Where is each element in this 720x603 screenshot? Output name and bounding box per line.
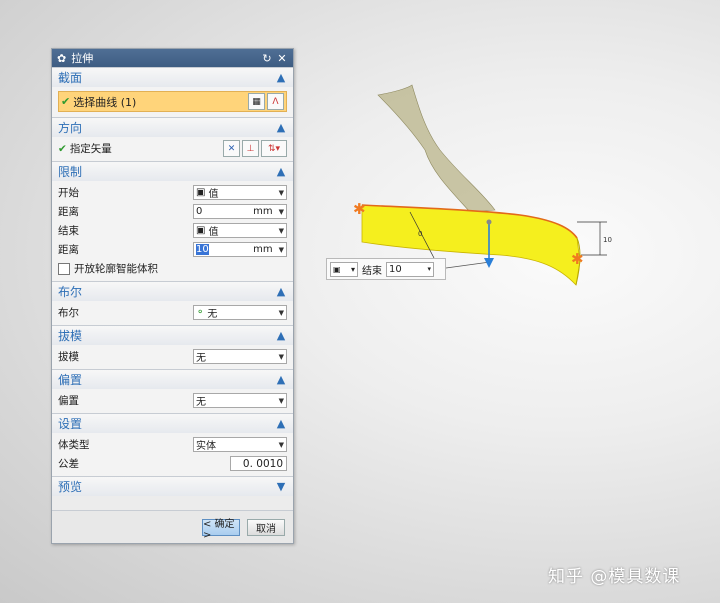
ok-button[interactable]: < 确定 > xyxy=(202,519,240,541)
section-body-offset: 偏置 无 ▼ xyxy=(52,389,293,413)
collapse-icon: ▲ xyxy=(276,417,286,430)
extrude-dialog: ✿ 拉伸 ↻ ✕ 截面 ▲ ✔ 选择曲线 (1) ▦ ᐱ 方向 ▲ ✔ 指定矢量… xyxy=(51,48,294,544)
direction-arrow-head[interactable] xyxy=(484,258,494,268)
close-icon[interactable]: ✕ xyxy=(276,52,288,65)
reverse-direction-icon[interactable]: ✕ xyxy=(223,140,240,157)
chevron-down-icon: ▼ xyxy=(278,440,284,449)
endpoint-marker-right: ✱ xyxy=(571,250,584,268)
offset-select[interactable]: 无 ▼ xyxy=(193,393,287,408)
boolean-select[interactable]: ⚬ 无 ▼ xyxy=(193,305,287,320)
extrude-preview-ghost xyxy=(377,84,496,213)
boolean-label: 布尔 xyxy=(58,307,79,319)
cube-icon: ▣ xyxy=(196,225,206,236)
section-body-boolean: 布尔 ⚬ 无 ▼ xyxy=(52,301,293,325)
chevron-down-icon: ▼ xyxy=(278,352,284,361)
chevron-down-icon: ▾ xyxy=(350,264,355,274)
section-body-draft: 拔模 无 ▼ xyxy=(52,345,293,369)
toolbar-leader-line xyxy=(445,261,491,269)
collapse-icon: ▲ xyxy=(276,285,286,298)
boolean-none-icon: ⚬ xyxy=(196,307,205,318)
expand-icon: ▼ xyxy=(276,480,286,493)
end-distance-label: 距离 xyxy=(58,244,79,256)
section-body-limits: 开始 ▣ 值 ▼ 距离 0 mm ▼ 结束 ▣ 值 ▼ 距离 10 mm ▼ 开… xyxy=(52,181,293,281)
collapse-icon: ▲ xyxy=(276,329,286,342)
start-distance-label: 距离 xyxy=(58,206,79,218)
vector-icon[interactable]: ⊥ xyxy=(242,140,259,157)
end-type-select[interactable]: ▣ 值 ▼ xyxy=(193,223,287,238)
tolerance-input[interactable]: 0. 0010 xyxy=(230,456,287,471)
offset-label: 偏置 xyxy=(58,395,79,407)
collapse-icon: ▲ xyxy=(276,373,286,386)
end-dimension-text: 10 xyxy=(603,236,612,244)
tolerance-label: 公差 xyxy=(58,458,79,470)
chevron-down-icon: ▼ xyxy=(278,396,284,405)
body-type-select[interactable]: 实体 ▼ xyxy=(193,437,287,452)
end-distance-value: 10 xyxy=(196,244,209,255)
select-curve-label: 选择曲线 (1) xyxy=(73,95,137,109)
chevron-down-icon: ▼ xyxy=(278,226,284,235)
dialog-footer: < 确定 > 取消 xyxy=(52,510,293,543)
chevron-down-icon: ▾ xyxy=(427,265,431,273)
section-body-settings: 体类型 实体 ▼ 公差 0. 0010 xyxy=(52,433,293,476)
sketch-section-icon[interactable]: ▦ xyxy=(248,93,265,110)
open-profile-label: 开放轮廓智能体积 xyxy=(74,263,158,275)
body-type-label: 体类型 xyxy=(58,439,90,451)
select-curve-row[interactable]: ✔ 选择曲线 (1) ▦ ᐱ xyxy=(58,91,287,112)
end-distance-input[interactable]: 10 mm ▼ xyxy=(193,242,287,257)
section-header-offset[interactable]: 偏置 ▲ xyxy=(52,369,293,389)
collapse-icon: ▲ xyxy=(276,165,286,178)
collapse-icon: ▲ xyxy=(276,121,286,134)
chevron-down-icon: ▼ xyxy=(278,308,284,317)
floating-end-label: 结束 xyxy=(362,265,382,277)
curve-select-icon[interactable]: ᐱ xyxy=(267,93,284,110)
floating-end-value[interactable]: 10 ▾ xyxy=(386,261,434,277)
chevron-down-icon: ▼ xyxy=(278,245,284,254)
section-header-boolean[interactable]: 布尔 ▲ xyxy=(52,281,293,301)
check-icon: ✔ xyxy=(61,95,71,108)
dialog-titlebar: ✿ 拉伸 ↻ ✕ xyxy=(52,49,293,67)
dialog-title: 拉伸 xyxy=(71,52,94,65)
floating-limit-toolbar: ▣ ▾ 结束 10 ▾ xyxy=(326,258,446,280)
chevron-down-icon: ▼ xyxy=(278,207,284,216)
start-label: 开始 xyxy=(58,187,79,199)
collapse-icon: ▲ xyxy=(276,71,286,84)
check-icon: ✔ xyxy=(58,142,67,155)
start-distance-input[interactable]: 0 mm ▼ xyxy=(193,204,287,219)
section-header-draft[interactable]: 拔模 ▲ xyxy=(52,325,293,345)
section-header-section[interactable]: 截面 ▲ xyxy=(52,67,293,87)
section-body-direction: ✔ 指定矢量 ✕ ⊥ ⇅▾ xyxy=(52,137,293,161)
cube-icon: ▣ xyxy=(196,187,206,198)
vector-dialog-icon[interactable]: ⇅▾ xyxy=(261,140,287,157)
section-body-section: ✔ 选择曲线 (1) ▦ ᐱ xyxy=(52,87,293,117)
gear-icon[interactable]: ✿ xyxy=(57,52,66,65)
reset-icon[interactable]: ↻ xyxy=(261,52,273,65)
cube-icon: ▣ xyxy=(333,264,341,274)
endpoint-marker-left: ✱ xyxy=(353,200,366,218)
start-type-select[interactable]: ▣ 值 ▼ xyxy=(193,185,287,200)
draft-label: 拔模 xyxy=(58,351,79,363)
direction-arrow-origin[interactable] xyxy=(486,219,492,225)
start-dimension-text: 0 xyxy=(418,230,422,238)
watermark: 知乎 @模具数课 xyxy=(548,567,681,587)
limit-type-dropdown[interactable]: ▣ ▾ xyxy=(330,261,358,277)
section-header-preview[interactable]: 预览 ▼ xyxy=(52,476,293,496)
draft-select[interactable]: 无 ▼ xyxy=(193,349,287,364)
specify-vector-label: 指定矢量 xyxy=(69,143,112,155)
end-label: 结束 xyxy=(58,225,79,237)
cancel-button[interactable]: 取消 xyxy=(247,519,285,536)
open-profile-checkbox[interactable] xyxy=(58,262,70,275)
section-header-direction[interactable]: 方向 ▲ xyxy=(52,117,293,137)
section-header-limits[interactable]: 限制 ▲ xyxy=(52,161,293,181)
section-header-settings[interactable]: 设置 ▲ xyxy=(52,413,293,433)
chevron-down-icon: ▼ xyxy=(278,188,284,197)
